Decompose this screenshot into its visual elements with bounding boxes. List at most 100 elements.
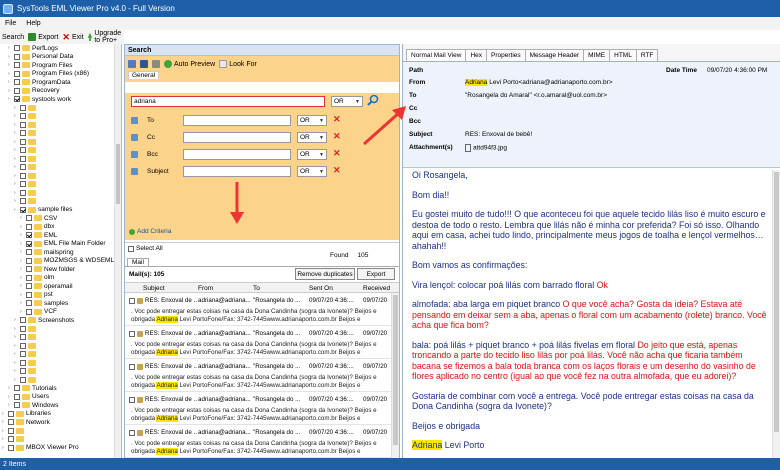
tree-item[interactable]: › <box>0 146 121 155</box>
save-icon[interactable] <box>140 60 148 68</box>
remove-criteria-icon[interactable]: ✕ <box>333 165 341 176</box>
tree-checkbox[interactable] <box>26 300 32 307</box>
mail-scrollbar[interactable] <box>391 293 399 458</box>
tree-checkbox[interactable] <box>20 147 26 154</box>
mail-row[interactable]: RES: Enxoval de ... adriana@adriana... "Ro… <box>125 326 391 359</box>
tree-item[interactable]: › olm <box>0 274 121 283</box>
tree-item[interactable]: › New folder <box>0 265 121 274</box>
tree-checkbox[interactable] <box>8 419 14 426</box>
criteria-operator-select[interactable]: OR ▼ <box>297 132 327 143</box>
mail-row-checkbox[interactable] <box>129 331 135 337</box>
tree-item[interactable]: › <box>0 325 121 334</box>
tree-checkbox[interactable] <box>20 359 26 366</box>
preview-scrollbar[interactable] <box>772 170 780 458</box>
tree-item[interactable]: › Screenshots <box>0 316 121 325</box>
tree-checkbox[interactable] <box>26 249 32 256</box>
mail-row-checkbox[interactable] <box>129 430 135 436</box>
search-go-icon[interactable] <box>367 94 379 106</box>
tree-item[interactable]: › MBOX Viewer Pro <box>0 444 121 453</box>
tree-checkbox[interactable] <box>20 130 26 137</box>
tab-general[interactable]: General <box>125 71 399 82</box>
tree-item[interactable]: › <box>0 376 121 385</box>
tree-checkbox[interactable] <box>20 342 26 349</box>
tree-checkbox[interactable] <box>8 444 14 451</box>
tree-item[interactable]: › Recovery <box>0 87 121 96</box>
tree-checkbox[interactable] <box>20 138 26 145</box>
tree-checkbox[interactable] <box>20 198 26 205</box>
tab-properties[interactable]: Properties <box>486 49 526 61</box>
tree-item[interactable]: › EML File Main Folder <box>0 240 121 249</box>
tree-item[interactable]: › mailspring <box>0 248 121 257</box>
tab-mime[interactable]: MIME <box>583 49 611 61</box>
tree-item[interactable]: › samples <box>0 299 121 308</box>
tab-mail[interactable]: Mail <box>125 255 399 266</box>
tree-checkbox[interactable] <box>26 215 32 222</box>
tree-item[interactable]: › <box>0 104 121 113</box>
tree-checkbox[interactable] <box>20 172 26 179</box>
tree-checkbox[interactable] <box>14 62 20 69</box>
tree-item[interactable]: › <box>0 359 121 368</box>
criteria-input[interactable] <box>183 132 291 143</box>
mail-row-checkbox[interactable] <box>129 397 135 403</box>
tree-checkbox[interactable] <box>20 351 26 358</box>
tree-checkbox[interactable] <box>14 402 20 409</box>
tab-hex[interactable]: Hex <box>465 49 488 61</box>
criteria-input[interactable] <box>183 166 291 177</box>
tree-checkbox[interactable] <box>14 79 20 86</box>
main-operator-select[interactable]: OR ▼ <box>331 96 363 107</box>
tree-item[interactable]: › <box>0 121 121 130</box>
criteria-operator-select[interactable]: OR ▼ <box>297 149 327 160</box>
tree-checkbox[interactable] <box>26 257 32 264</box>
tree-item[interactable]: › VCF <box>0 308 121 317</box>
tree-checkbox[interactable] <box>14 385 20 392</box>
search-button[interactable]: Search <box>2 34 131 81</box>
tree-item[interactable]: › Windows <box>0 401 121 410</box>
tree-item[interactable]: › ProgramData <box>0 78 121 87</box>
tree-checkbox[interactable] <box>14 70 20 77</box>
tree-item[interactable]: › Program Files (x86) <box>0 70 121 79</box>
upgrade-button[interactable]: Upgrade to Pro+ <box>87 30 125 44</box>
tree-checkbox[interactable] <box>26 283 32 290</box>
tree-checkbox[interactable] <box>20 121 26 128</box>
tree-item[interactable]: › Personal Data <box>0 53 121 62</box>
tree-checkbox[interactable] <box>14 393 20 400</box>
tree-checkbox[interactable] <box>20 113 26 120</box>
tree-checkbox[interactable] <box>20 334 26 341</box>
tree-item[interactable]: › <box>0 155 121 164</box>
tree-checkbox[interactable] <box>26 308 32 315</box>
col-to[interactable]: To <box>253 285 260 292</box>
tree-item[interactable]: › <box>0 163 121 172</box>
tree-checkbox[interactable] <box>20 368 26 375</box>
tree-item[interactable]: › <box>0 367 121 376</box>
tree-checkbox[interactable] <box>20 376 26 383</box>
tree-item[interactable]: › Network <box>0 418 121 427</box>
tree-checkbox[interactable] <box>20 164 26 171</box>
attachment-link[interactable]: attd94f3.jpg <box>465 144 507 152</box>
tree-item[interactable]: › MOZMSGS & WDSEML <box>0 257 121 266</box>
tree-item[interactable]: › <box>0 189 121 198</box>
tree-checkbox[interactable] <box>14 87 20 94</box>
tree-checkbox[interactable] <box>26 232 32 239</box>
tree-checkbox[interactable] <box>26 223 32 230</box>
tree-item[interactable]: › CSV <box>0 214 121 223</box>
criteria-operator-select[interactable]: OR ▼ <box>297 166 327 177</box>
remove-duplicates-button[interactable]: Remove duplicates <box>295 268 355 280</box>
col-subject[interactable]: Subject <box>143 285 165 292</box>
tree-item[interactable]: › PerfLogs <box>0 44 121 53</box>
tree-checkbox[interactable] <box>20 155 26 162</box>
tree-checkbox[interactable] <box>20 325 26 332</box>
tab-message-header[interactable]: Message Header <box>524 49 585 61</box>
tree-item[interactable]: › Program Files <box>0 61 121 70</box>
tree-checkbox[interactable] <box>26 274 32 281</box>
mail-row[interactable]: RES: Enxoval de ... adriana@adriana... "Ro… <box>125 293 391 326</box>
tree-checkbox[interactable] <box>26 266 32 273</box>
remove-criteria-icon[interactable]: ✕ <box>333 148 341 159</box>
remove-criteria-icon[interactable]: ✕ <box>333 131 341 142</box>
mail-export-button[interactable]: Export <box>357 268 395 280</box>
mail-row[interactable]: RES: Enxoval de ... adriana@adriana... "Ro… <box>125 392 391 425</box>
menu-help[interactable]: Help <box>21 20 45 27</box>
tree-scrollbar[interactable] <box>114 44 121 458</box>
tab-normal-mail-view[interactable]: Normal Mail View <box>406 49 467 61</box>
select-all-checkbox[interactable] <box>128 245 134 252</box>
col-sent-on[interactable]: Sent On <box>309 285 333 292</box>
